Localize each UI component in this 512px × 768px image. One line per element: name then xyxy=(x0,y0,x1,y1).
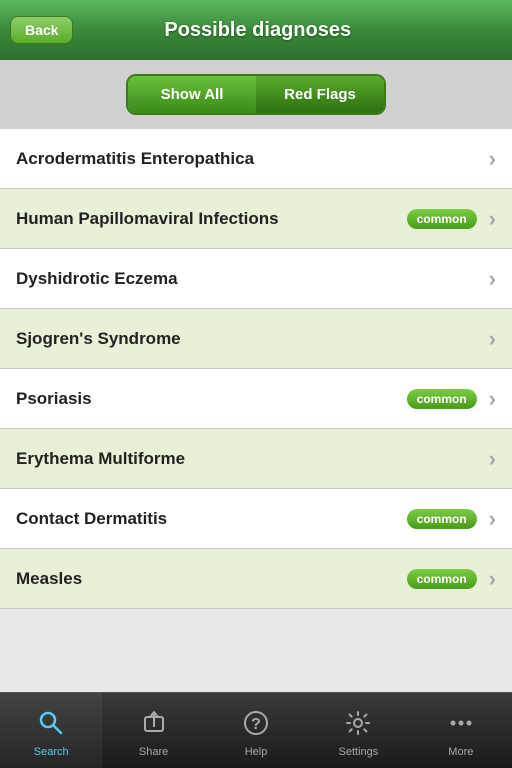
diagnosis-name: Sjogren's Syndrome xyxy=(16,329,485,349)
share-icon xyxy=(140,709,168,744)
diagnosis-name: Human Papillomaviral Infections xyxy=(16,209,407,229)
toggle-bar: Show All Red Flags xyxy=(0,60,512,129)
chevron-right-icon: › xyxy=(489,326,496,352)
diagnosis-name: Dyshidrotic Eczema xyxy=(16,269,485,289)
tab-help[interactable]: ? Help xyxy=(205,693,307,768)
app-header: Back Possible diagnoses xyxy=(0,0,512,60)
more-icon xyxy=(447,709,475,744)
settings-label: Settings xyxy=(339,746,379,758)
help-label: Help xyxy=(245,746,268,758)
diagnosis-name: Measles xyxy=(16,569,407,589)
list-item[interactable]: Erythema Multiforme› xyxy=(0,429,512,489)
chevron-right-icon: › xyxy=(489,146,496,172)
red-flags-toggle[interactable]: Red Flags xyxy=(256,76,384,113)
tab-more[interactable]: More xyxy=(410,693,512,768)
diagnosis-name: Psoriasis xyxy=(16,389,407,409)
diagnosis-name: Contact Dermatitis xyxy=(16,509,407,529)
settings-icon xyxy=(344,709,372,744)
help-icon: ? xyxy=(242,709,270,744)
chevron-right-icon: › xyxy=(489,206,496,232)
more-label: More xyxy=(448,746,473,758)
back-button[interactable]: Back xyxy=(10,16,73,44)
list-item[interactable]: Sjogren's Syndrome› xyxy=(0,309,512,369)
list-item[interactable]: Contact Dermatitiscommon › xyxy=(0,489,512,549)
chevron-right-icon: › xyxy=(489,266,496,292)
chevron-right-icon: › xyxy=(489,386,496,412)
list-item[interactable]: Acrodermatitis Enteropathica› xyxy=(0,129,512,189)
chevron-right-icon: › xyxy=(489,566,496,592)
common-badge: common xyxy=(407,509,477,529)
page-title: Possible diagnoses xyxy=(73,19,442,42)
common-badge: common xyxy=(407,209,477,229)
tab-bar: Search Share ? Help Settings More xyxy=(0,692,512,768)
show-all-toggle[interactable]: Show All xyxy=(128,76,256,113)
list-item[interactable]: Measlescommon › xyxy=(0,549,512,609)
tab-settings[interactable]: Settings xyxy=(307,693,409,768)
search-label: Search xyxy=(34,746,69,758)
common-badge: common xyxy=(407,389,477,409)
diagnosis-name: Erythema Multiforme xyxy=(16,449,485,469)
common-badge: common xyxy=(407,569,477,589)
share-label: Share xyxy=(139,746,168,758)
chevron-right-icon: › xyxy=(489,506,496,532)
search-icon xyxy=(37,709,65,744)
list-item[interactable]: Human Papillomaviral Infectionscommon › xyxy=(0,189,512,249)
tab-search[interactable]: Search xyxy=(0,693,102,768)
toggle-container: Show All Red Flags xyxy=(126,74,386,115)
chevron-right-icon: › xyxy=(489,446,496,472)
svg-text:?: ? xyxy=(251,716,261,733)
tab-share[interactable]: Share xyxy=(102,693,204,768)
diagnoses-list: Acrodermatitis Enteropathica›Human Papil… xyxy=(0,129,512,609)
diagnosis-name: Acrodermatitis Enteropathica xyxy=(16,149,485,169)
list-item[interactable]: Dyshidrotic Eczema› xyxy=(0,249,512,309)
list-item[interactable]: Psoriasiscommon › xyxy=(0,369,512,429)
